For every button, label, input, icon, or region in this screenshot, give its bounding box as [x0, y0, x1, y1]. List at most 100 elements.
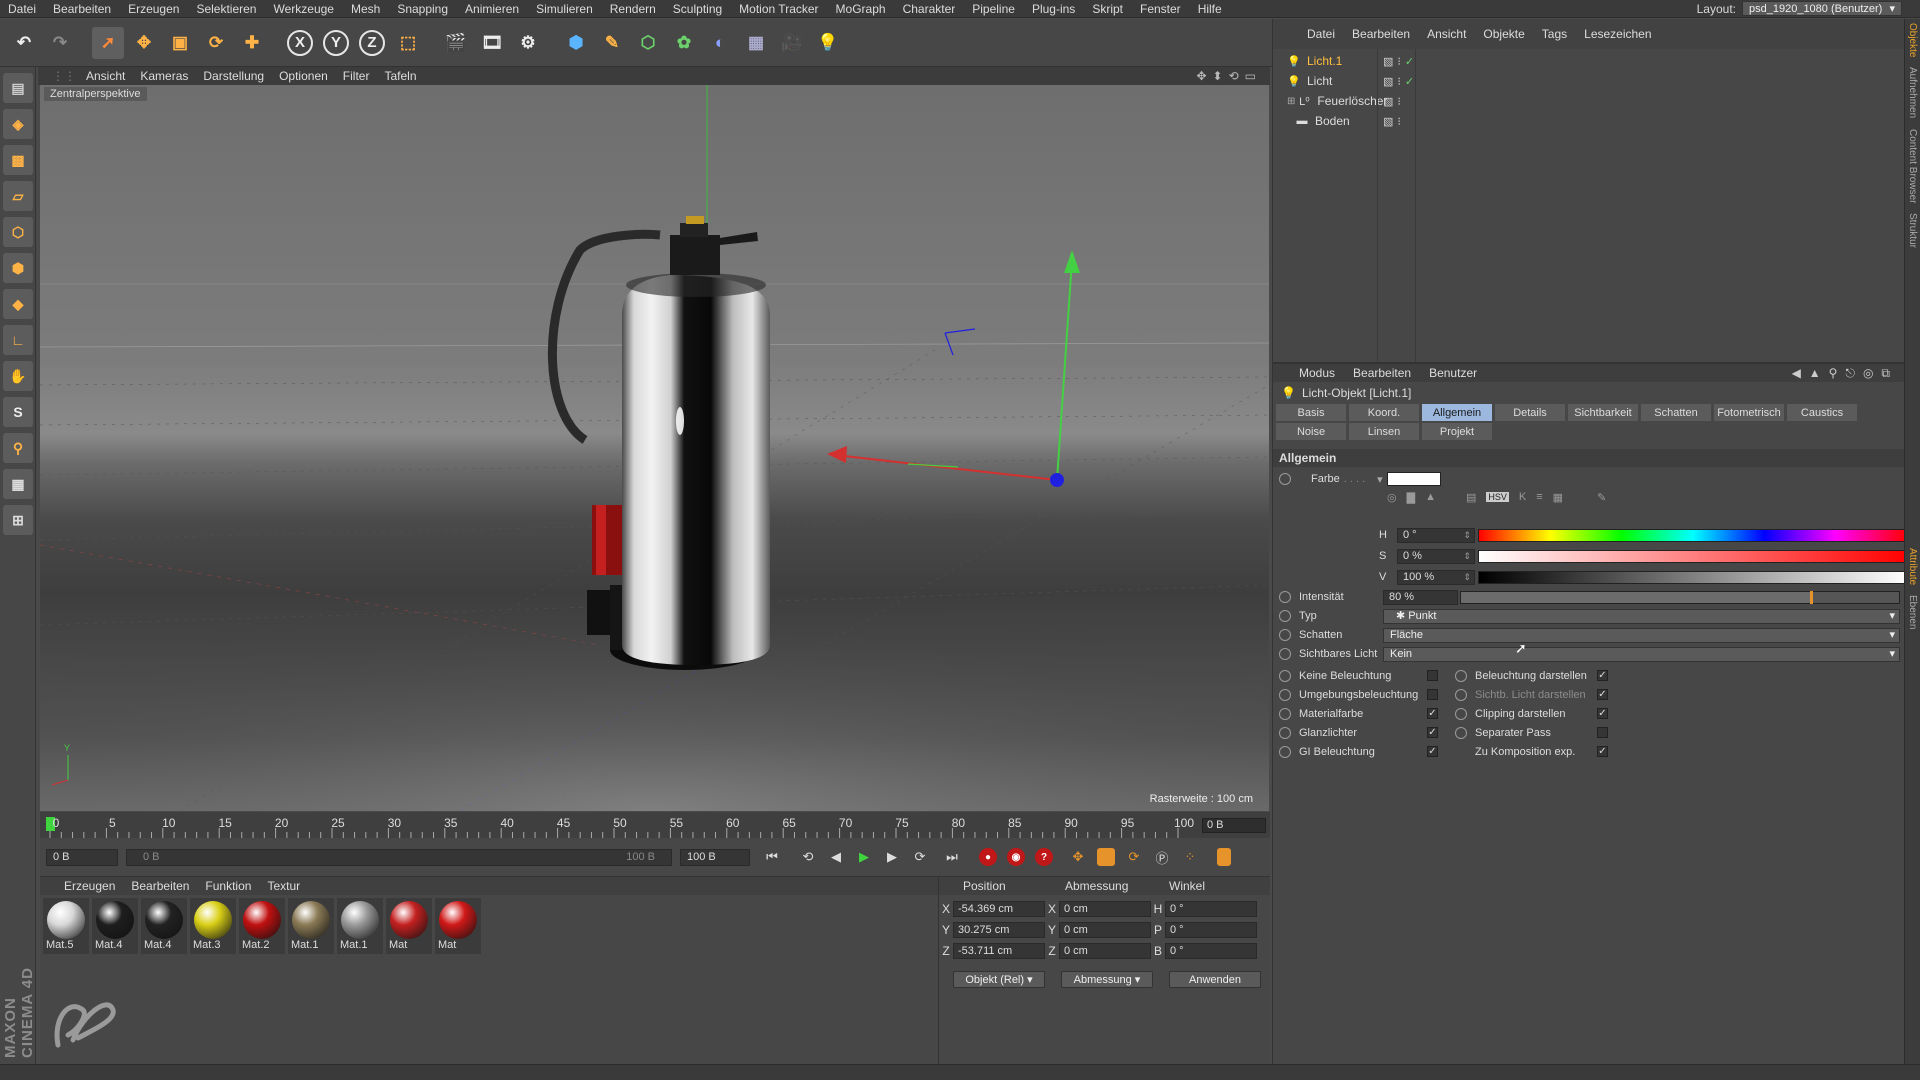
- color-spectrum-icon[interactable]: ▇: [1407, 491, 1415, 504]
- tab-schatten[interactable]: Schatten: [1641, 404, 1711, 421]
- material-slot[interactable]: Mat.4: [141, 898, 187, 954]
- menu-simulieren[interactable]: Simulieren: [528, 2, 602, 16]
- checkbox[interactable]: ✓: [1427, 708, 1438, 719]
- material-menu-erzeugen[interactable]: Erzeugen: [64, 879, 115, 893]
- checkbox-anim-dot[interactable]: [1455, 669, 1467, 682]
- tab-caustics[interactable]: Caustics: [1787, 404, 1857, 421]
- checkbox[interactable]: ✓: [1427, 727, 1438, 738]
- key-rotation-icon[interactable]: ⟳: [1122, 845, 1146, 869]
- side-tab-objekte[interactable]: Objekte: [1907, 23, 1918, 57]
- timeline-ruler[interactable]: 0 5 10 15 20 25 30 35 40 45 50 55 60 65 70 75 80 85 90 95 10…: [40, 812, 1270, 838]
- viewport-menu-kameras[interactable]: Kameras: [140, 69, 188, 83]
- render-view-icon[interactable]: 🎬: [440, 27, 472, 59]
- menu-pipeline[interactable]: Pipeline: [964, 2, 1024, 16]
- visibility-dots-icon[interactable]: ⁝: [1397, 95, 1401, 108]
- go-to-end-icon[interactable]: ⏭: [940, 845, 964, 869]
- current-frame-field[interactable]: 0 B: [1202, 818, 1266, 833]
- v-channel-field[interactable]: 100 % ⇕: [1397, 569, 1475, 585]
- position-field[interactable]: -54.369 cm: [953, 900, 1045, 917]
- snap-icon[interactable]: S: [3, 397, 33, 427]
- s-channel-field[interactable]: 0 % ⇕: [1397, 548, 1475, 564]
- menu-bearbeiten[interactable]: Bearbeiten: [45, 2, 120, 16]
- size-mode-dropdown[interactable]: Abmessung ▾: [1061, 971, 1153, 988]
- apply-button[interactable]: Anwenden: [1169, 971, 1261, 988]
- rotation-field[interactable]: 0 °: [1165, 921, 1257, 938]
- sichtbares-licht-anim-dot[interactable]: [1279, 648, 1291, 660]
- side-tab-ebenen[interactable]: Ebenen: [1907, 595, 1918, 629]
- position-field[interactable]: 30.275 cm: [953, 921, 1045, 938]
- schatten-anim-dot[interactable]: [1279, 629, 1291, 641]
- play-icon[interactable]: ▶: [852, 845, 876, 869]
- axis-x-button[interactable]: X: [284, 27, 316, 59]
- menu-fenster[interactable]: Fenster: [1132, 2, 1190, 16]
- key-parameter-icon[interactable]: Ⓟ: [1150, 845, 1174, 869]
- tab-fotometrisch[interactable]: Fotometrisch: [1714, 404, 1784, 421]
- next-frame-icon[interactable]: ▶: [880, 845, 904, 869]
- object-name[interactable]: Boden: [1315, 114, 1350, 128]
- pen-spline-icon[interactable]: ✎: [596, 27, 628, 59]
- select-tool-icon[interactable]: ➚: [92, 26, 124, 59]
- scale-tool-icon[interactable]: ▣: [164, 27, 196, 59]
- kelvin-mode-icon[interactable]: K: [1519, 491, 1526, 503]
- object-row[interactable]: 💡 Licht ▧ ⁝ ✓: [1273, 71, 1904, 91]
- menu-selektieren[interactable]: Selektieren: [188, 2, 265, 16]
- deformer-icon[interactable]: ◐: [704, 27, 736, 59]
- menu-hilfe[interactable]: Hilfe: [1190, 2, 1231, 16]
- subdivision-icon[interactable]: ⬡: [632, 27, 664, 59]
- object-row[interactable]: ▬ Boden ▧ ⁝: [1273, 111, 1904, 131]
- side-tab-content-browser[interactable]: Content Browser: [1907, 129, 1918, 203]
- attribute-nav-icons[interactable]: ◀▲⚲⎋◎⧉: [1792, 366, 1898, 381]
- typ-dropdown[interactable]: ✱ Punkt ▾: [1383, 608, 1900, 624]
- object-menu-tags[interactable]: Tags: [1542, 27, 1567, 41]
- checkbox[interactable]: [1597, 727, 1608, 738]
- color-image-icon[interactable]: ▲: [1425, 491, 1436, 503]
- magnet-icon[interactable]: ⚲: [3, 433, 33, 463]
- next-key-icon[interactable]: ⟳: [908, 845, 932, 869]
- viewport-menu-tafeln[interactable]: Tafeln: [384, 69, 416, 83]
- checkbox-anim-dot[interactable]: [1279, 726, 1291, 739]
- material-slot[interactable]: Mat.5: [43, 898, 89, 954]
- viewport-nav-icons[interactable]: ✥⬍⟲▭: [1196, 69, 1262, 83]
- key-scale-icon[interactable]: [1094, 845, 1118, 869]
- menu-skript[interactable]: Skript: [1084, 2, 1132, 16]
- material-slot[interactable]: Mat.2: [239, 898, 285, 954]
- swatches-mode-icon[interactable]: ▦: [1553, 491, 1563, 504]
- attribute-menu-modus[interactable]: Modus: [1299, 366, 1335, 380]
- tab-noise[interactable]: Noise: [1276, 423, 1346, 440]
- redo-icon[interactable]: ↷: [44, 27, 76, 59]
- cube-icon[interactable]: ⬢: [560, 27, 592, 59]
- autokey-icon[interactable]: ◉: [1004, 845, 1028, 869]
- viewport-menu-filter[interactable]: Filter: [343, 69, 370, 83]
- checkbox-anim-dot[interactable]: [1279, 688, 1291, 701]
- texture-mode-icon[interactable]: ▩: [3, 145, 33, 175]
- menu-mograph[interactable]: MoGraph: [828, 2, 895, 16]
- checkbox[interactable]: [1427, 689, 1438, 700]
- preview-range-slider[interactable]: 0 B 100 B: [126, 848, 672, 866]
- layer-icon[interactable]: ▧: [1383, 75, 1393, 88]
- menu-datei[interactable]: Datei: [0, 2, 45, 16]
- floor-icon[interactable]: ▦: [740, 27, 772, 59]
- size-field[interactable]: 0 cm: [1059, 921, 1151, 938]
- tab-sichtbarkeit[interactable]: Sichtbarkeit: [1568, 404, 1638, 421]
- undo-icon[interactable]: ↶: [8, 27, 40, 59]
- go-to-start-icon[interactable]: ⏮: [760, 845, 784, 869]
- key-pla-icon[interactable]: ⁘: [1178, 845, 1202, 869]
- make-editable-icon[interactable]: ▤: [3, 73, 33, 103]
- menu-werkzeuge[interactable]: Werkzeuge: [265, 2, 342, 16]
- rotation-field[interactable]: 0 °: [1165, 900, 1257, 917]
- object-name[interactable]: Licht.1: [1307, 54, 1342, 68]
- checkbox-anim-dot[interactable]: [1279, 669, 1291, 682]
- object-row[interactable]: ⊞ L⁰ Feuerlöscher ▧ ⁝: [1273, 91, 1904, 111]
- keyframe-selection-icon[interactable]: ?: [1032, 845, 1056, 869]
- frame-ruler[interactable]: 0 5 10 15 20 25 30 35 40 45 50 55 60 65 70 75 80 85 90 95 10…: [46, 812, 1194, 838]
- layout-dropdown[interactable]: psd_1920_1080 (Benutzer) ▾: [1742, 1, 1902, 16]
- menu-snapping[interactable]: Snapping: [389, 2, 457, 16]
- edges-mode-icon[interactable]: ⬢: [3, 253, 33, 283]
- record-icon[interactable]: ●: [976, 845, 1000, 869]
- intensity-anim-dot[interactable]: [1279, 591, 1291, 603]
- key-position-icon[interactable]: ✥: [1066, 845, 1090, 869]
- farbe-anim-dot[interactable]: [1279, 473, 1291, 485]
- viewport-menu-ansicht[interactable]: Ansicht: [86, 69, 125, 83]
- render-picture-viewer-icon[interactable]: 🎞: [476, 27, 508, 59]
- object-menu-ansicht[interactable]: Ansicht: [1427, 27, 1466, 41]
